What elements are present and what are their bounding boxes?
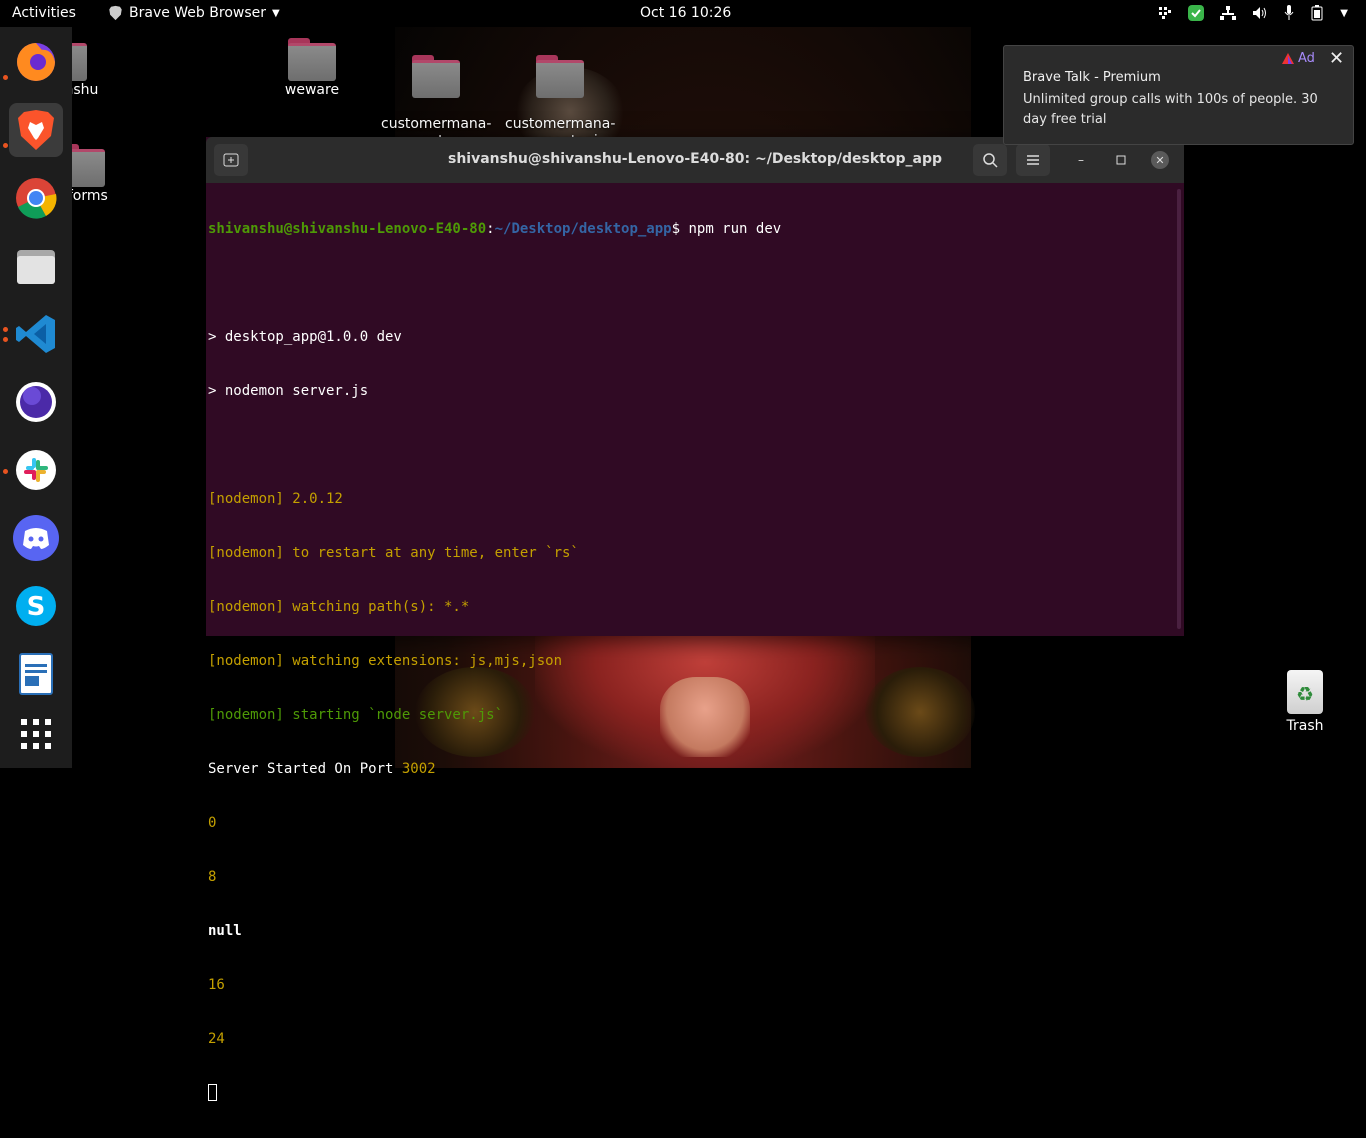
notification-title: Brave Talk - Premium	[1023, 70, 1161, 85]
app-menu-label: Brave Web Browser	[129, 5, 266, 21]
dock: S	[0, 27, 72, 768]
hamburger-menu-icon	[1027, 155, 1039, 165]
app-menu[interactable]: Brave Web Browser ▼	[108, 5, 280, 21]
prompt-path: ~/Desktop/desktop_app	[494, 221, 672, 237]
minimize-button[interactable]: –	[1072, 151, 1090, 169]
output-line: null	[208, 923, 242, 939]
trash[interactable]: ♻ Trash	[1270, 670, 1340, 734]
search-icon	[983, 153, 998, 168]
running-indicator	[3, 337, 8, 342]
volume-icon[interactable]	[1252, 4, 1268, 22]
running-indicator	[3, 327, 8, 332]
firefox-icon[interactable]	[9, 35, 63, 89]
chrome-icon[interactable]	[9, 171, 63, 225]
skype-icon[interactable]: S	[9, 579, 63, 633]
prompt-end: $	[671, 221, 689, 237]
close-icon[interactable]: ✕	[1329, 48, 1344, 69]
terminal-cursor	[208, 1084, 217, 1101]
port-number: 3002	[401, 761, 436, 777]
trash-icon: ♻	[1287, 670, 1323, 714]
grid-app-icon[interactable]	[1158, 4, 1172, 22]
top-bar: Activities Brave Web Browser ▼ Oct 16 10…	[0, 0, 1366, 27]
folder-icon	[288, 38, 336, 81]
prompt-separator: :	[486, 221, 495, 237]
brave-triangle-icon	[1282, 53, 1294, 64]
running-indicator	[3, 75, 8, 80]
terminal-output[interactable]: shivanshu@shivanshu-Lenovo-E40-80:~/Desk…	[208, 184, 1176, 1101]
nodemon-line: [nodemon] to restart at any time, enter …	[208, 545, 579, 561]
clock[interactable]: Oct 16 10:26	[640, 5, 731, 21]
nodemon-line: [nodemon] starting `node server.js`	[208, 707, 504, 723]
ad-label: Ad	[1298, 51, 1315, 66]
activities-button[interactable]: Activities	[12, 5, 76, 21]
running-indicator	[3, 469, 8, 474]
chevron-down-icon: ▼	[272, 7, 280, 19]
chevron-down-icon[interactable]: ▼	[1340, 4, 1348, 22]
running-indicator	[3, 143, 8, 148]
system-tray[interactable]: ▼	[1158, 4, 1348, 22]
minimize-icon: –	[1078, 153, 1084, 167]
svg-text:S: S	[27, 592, 46, 622]
output-line: > nodemon server.js	[208, 383, 369, 399]
trash-label: Trash	[1286, 718, 1324, 734]
output-line: 0	[208, 815, 217, 831]
output-line: > desktop_app@1.0.0 dev	[208, 329, 402, 345]
menu-button[interactable]	[1016, 144, 1050, 176]
prompt-line: shivanshu@shivanshu-Lenovo-E40-80:~/Desk…	[208, 220, 1176, 238]
maximize-icon	[1116, 155, 1126, 165]
maximize-button[interactable]	[1112, 151, 1130, 169]
close-button[interactable]: ✕	[1151, 151, 1169, 169]
app-grid-icon[interactable]	[9, 707, 63, 761]
terminal-scrollbar[interactable]	[1177, 189, 1181, 629]
files-icon[interactable]	[9, 239, 63, 293]
output-line: 16	[208, 977, 225, 993]
server-started-text: Server Started On Port	[208, 761, 402, 777]
discord-icon[interactable]	[9, 511, 63, 565]
output-line: 8	[208, 869, 217, 885]
desktop-folder-label: weware	[284, 82, 340, 98]
writer-icon[interactable]	[9, 647, 63, 701]
nodemon-line: [nodemon] watching extensions: js,mjs,js…	[208, 653, 563, 669]
slack-icon[interactable]	[9, 443, 63, 497]
network-icon[interactable]	[1220, 4, 1237, 22]
vscode-icon[interactable]	[9, 307, 63, 361]
security-check-icon[interactable]	[1188, 4, 1205, 22]
brave-icon	[109, 5, 122, 21]
prompt-user: shivanshu@shivanshu-Lenovo-E40-80	[208, 221, 487, 237]
folder-icon	[536, 55, 584, 98]
cursor-line	[208, 1084, 1176, 1102]
eclipse-icon[interactable]	[9, 375, 63, 429]
ad-badge: Ad	[1282, 51, 1315, 66]
brave-ad-notification[interactable]: Ad ✕ Brave Talk - Premium Unlimited grou…	[1003, 45, 1354, 145]
desktop-folder[interactable]: weware	[257, 38, 367, 99]
search-button[interactable]	[973, 144, 1007, 176]
command: npm run dev	[688, 221, 782, 237]
folder-icon	[412, 55, 460, 98]
output-line: 24	[208, 1031, 225, 1047]
terminal-window[interactable]: shivanshu@shivanshu-Lenovo-E40-80: ~/Des…	[206, 137, 1184, 1101]
notification-body: Unlimited group calls with 100s of peopl…	[1023, 92, 1318, 127]
close-icon: ✕	[1155, 153, 1165, 167]
nodemon-line: [nodemon] watching path(s): *.*	[208, 599, 470, 615]
server-started-line: Server Started On Port 3002	[208, 760, 1176, 778]
battery-icon[interactable]	[1310, 4, 1324, 22]
nodemon-line: [nodemon] 2.0.12	[208, 491, 343, 507]
microphone-icon[interactable]	[1284, 4, 1294, 22]
brave-icon[interactable]	[9, 103, 63, 157]
